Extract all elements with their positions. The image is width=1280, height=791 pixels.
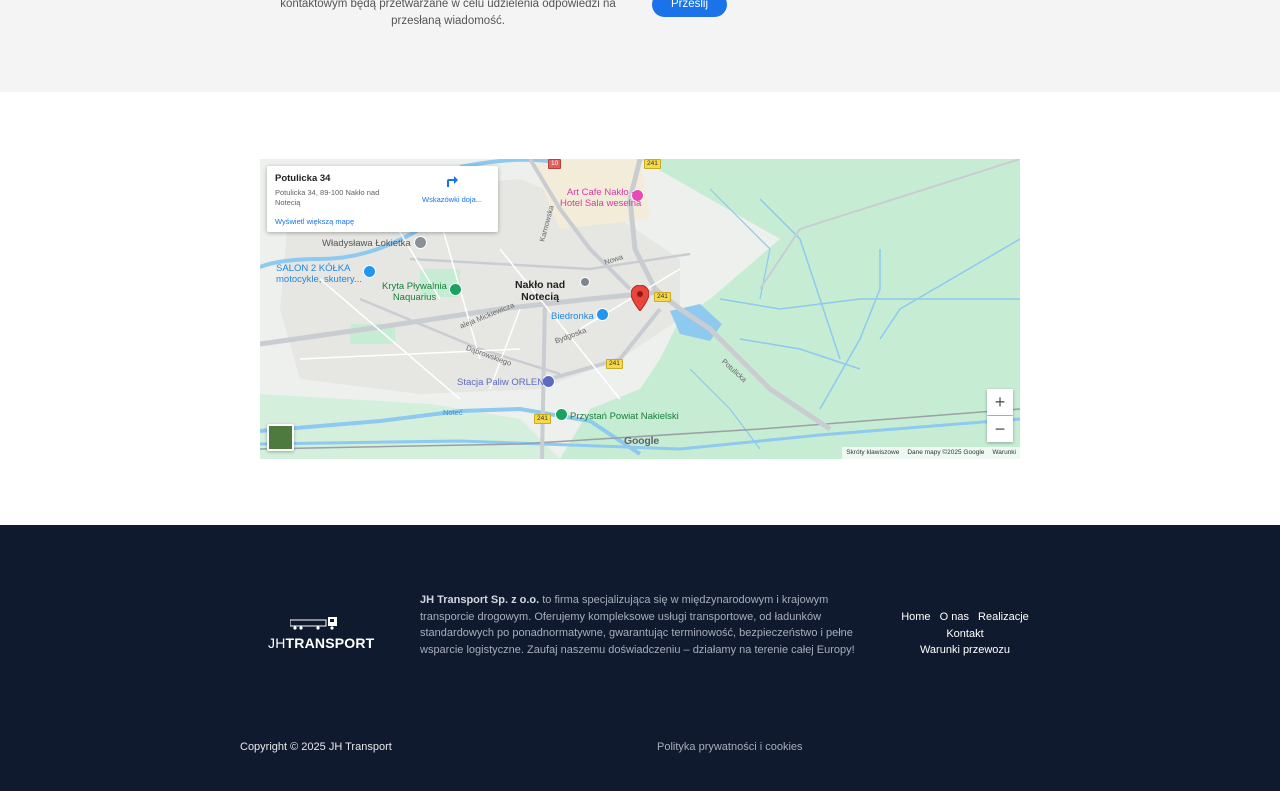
contact-form-footer: kontaktowym będą przetwarzane w celu udz…: [0, 0, 1280, 92]
company-description: JH Transport Sp. z o.o. to firma specjal…: [420, 592, 860, 658]
submit-button[interactable]: Prześlij: [652, 0, 727, 17]
nav-projects-link[interactable]: Realizacje: [978, 611, 1029, 623]
copyright-text: Copyright © 2025 JH Transport: [240, 741, 392, 753]
nav-about-link[interactable]: O nas: [940, 611, 969, 623]
zoom-in-button[interactable]: +: [987, 389, 1013, 415]
city-label: Nakło nad Notecią: [515, 279, 566, 303]
nav-home-link[interactable]: Home: [901, 611, 930, 623]
route-241-badge: 241: [644, 159, 661, 169]
location-pin-icon[interactable]: [631, 285, 649, 311]
map-attribution: Skróty klawiszowe Dane mapy ©2025 Google…: [842, 447, 1020, 459]
swimming-pool-poi-icon[interactable]: [449, 283, 462, 296]
directions-button[interactable]: Wskazówki doja...: [417, 174, 487, 204]
przystan-label[interactable]: Przystań Powiat Nakielski: [570, 411, 679, 422]
site-footer: JHTRANSPORT JH Transport Sp. z o.o. to f…: [0, 525, 1280, 791]
keyboard-shortcuts-link[interactable]: Skróty klawiszowe: [846, 449, 899, 457]
art-cafe-label[interactable]: Art Cafe Nakło - Hotel Sala weselna: [560, 187, 641, 209]
place-info-card: Potulicka 34 Potulicka 34, 89-100 Nakło …: [267, 166, 498, 232]
route-241-badge: 241: [534, 414, 551, 424]
directions-icon: [447, 176, 458, 187]
zoom-out-button[interactable]: −: [987, 416, 1013, 442]
place-address: Potulicka 34, 89-100 Nakło nad Notecią: [275, 188, 380, 207]
route-10-badge: 10: [548, 159, 562, 169]
route-241-badge: 241: [654, 292, 671, 302]
company-logo[interactable]: JHTRANSPORT: [268, 617, 374, 653]
directions-label: Wskazówki doja...: [421, 195, 483, 204]
map-data-text: Dane mapy ©2025 Google: [907, 449, 985, 456]
biedronka-label[interactable]: Biedronka: [551, 311, 594, 322]
nav-contact-link[interactable]: Kontakt: [946, 628, 983, 640]
road-notec: Noteć: [443, 408, 463, 417]
map-terms-link[interactable]: Warunki: [992, 449, 1016, 457]
orlen-label[interactable]: Stacja Paliw ORLEN: [457, 377, 544, 388]
logo-jh: JH: [268, 635, 286, 651]
route-241-badge: 241: [606, 359, 623, 369]
motorcycle-shop-poi-icon[interactable]: [363, 265, 376, 278]
truck-icon: [290, 617, 337, 630]
google-map[interactable]: Art Cafe Nakło - Hotel Sala weselna Wład…: [260, 159, 1020, 459]
logo-transport: TRANSPORT: [285, 635, 375, 651]
salon-label[interactable]: SALON 2 KÓŁKA motocykle, skutery...: [276, 263, 362, 285]
biedronka-poi-icon[interactable]: [596, 308, 609, 321]
consent-text: kontaktowym będą przetwarzane w celu udz…: [280, 0, 616, 27]
larger-map-link[interactable]: Wyświetl większą mapę: [275, 217, 354, 226]
nav-terms-link[interactable]: Warunki przewozu: [920, 644, 1010, 656]
przystan-poi-icon[interactable]: [555, 408, 568, 421]
footer-nav: Home O nas Realizacje Kontakt Warunki pr…: [890, 609, 1040, 659]
plywalnia-label[interactable]: Kryta Pływalnia Naquarius: [382, 281, 447, 303]
landmark-poi-icon[interactable]: [414, 236, 427, 249]
company-name: JH Transport Sp. z o.o.: [420, 594, 540, 606]
satellite-toggle-button[interactable]: [267, 424, 294, 451]
logo-wordmark: JHTRANSPORT: [268, 635, 374, 651]
lokietka-label[interactable]: Władysława Łokietka: [322, 238, 411, 249]
google-logo: Google: [624, 435, 659, 447]
privacy-policy-link[interactable]: Polityka prywatności i cookies: [657, 741, 803, 753]
transit-poi-icon[interactable]: [580, 277, 590, 287]
